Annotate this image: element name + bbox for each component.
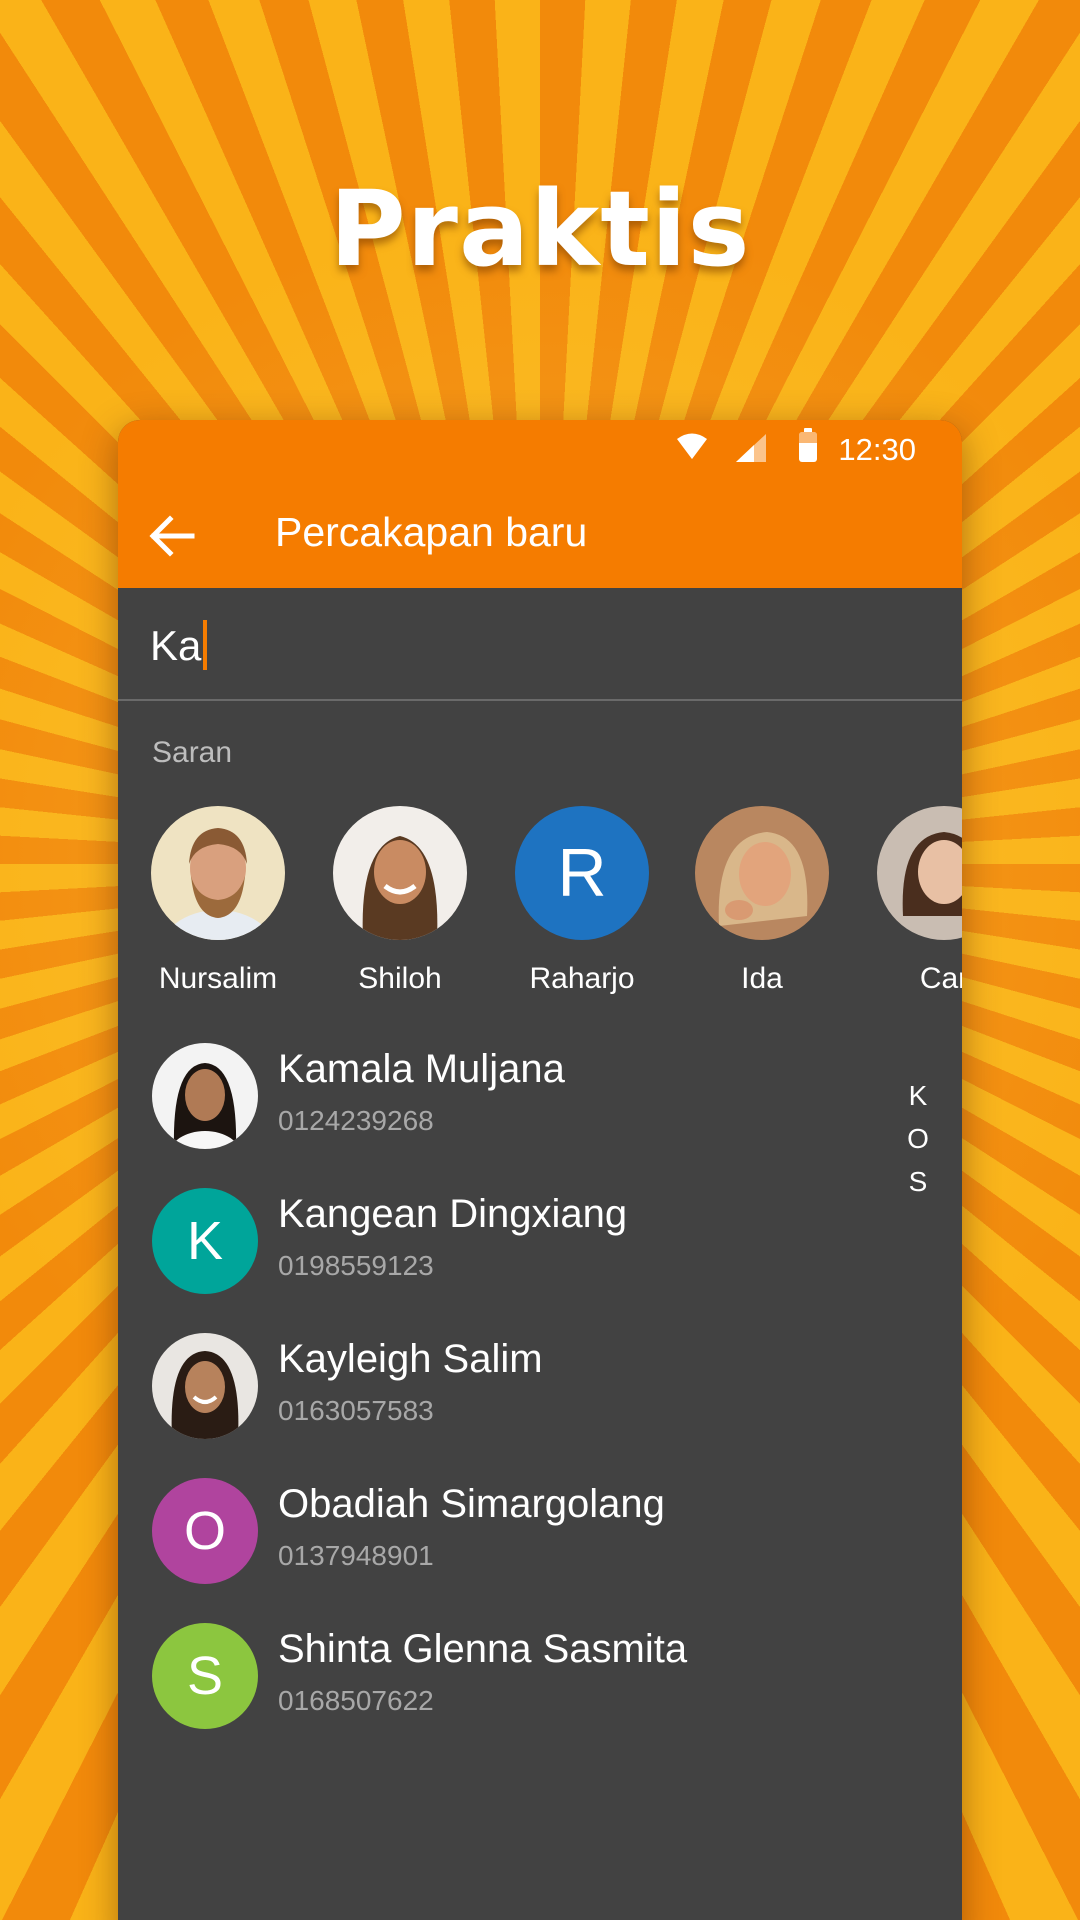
app-bar: 12:30 Percakapan baru (118, 420, 962, 588)
contact-name: Obadiah Simargolang (278, 1482, 665, 1526)
avatar (695, 806, 829, 940)
suggestion-name: Ida (741, 962, 783, 995)
avatar: K (152, 1188, 258, 1294)
contact-number: 0137948901 (278, 1540, 434, 1571)
suggestion-name: Nursalim (158, 962, 278, 995)
phone-screen: 12:30 Percakapan baru Ka Saran Nursalim … (118, 420, 962, 1920)
suggestion-name: Raharjo (529, 962, 635, 995)
search-field[interactable]: Ka (118, 588, 962, 701)
index-letter-o[interactable]: O (888, 1117, 948, 1160)
avatar-initial: S (186, 1646, 224, 1706)
signal-icon (736, 434, 766, 462)
suggestion-item[interactable]: Shiloh (311, 806, 481, 1006)
suggestion-name: Shiloh (358, 962, 442, 995)
status-bar: 12:30 (118, 420, 962, 480)
suggestion-item[interactable]: R Raharjo (493, 806, 663, 1006)
promo-background: Praktis 12:30 Percakapan baru Ka Saran N… (0, 0, 1080, 1920)
contact-number: 0163057583 (278, 1395, 434, 1426)
back-button[interactable] (144, 508, 200, 564)
contact-number: 0198559123 (278, 1250, 434, 1281)
avatar: S (152, 1623, 258, 1729)
contact-name: Kamala Muljana (278, 1047, 565, 1091)
index-letter-k[interactable]: K (888, 1074, 948, 1117)
avatar: R (515, 806, 649, 940)
promo-headline: Praktis (329, 168, 751, 290)
search-value: Ka (150, 622, 202, 669)
text-cursor (203, 620, 208, 670)
avatar (333, 806, 467, 940)
avatar-initial: K (186, 1211, 224, 1271)
contact-row[interactable]: S Shinta Glenna Sasmita 0168507622 (118, 1623, 838, 1753)
page-title: Percakapan baru (275, 509, 588, 555)
suggestions-row: Nursalim Shiloh R Raharjo Ida Ca (118, 806, 962, 1006)
contact-row[interactable]: Kamala Muljana 0124239268 (118, 1043, 838, 1173)
arrow-left-icon (149, 515, 195, 557)
suggestion-item[interactable]: Nursalim (129, 806, 299, 1006)
contact-row[interactable]: K Kangean Dingxiang 0198559123 (118, 1188, 838, 1318)
wifi-icon (677, 433, 707, 459)
contact-name: Kayleigh Salim (278, 1337, 543, 1381)
avatar (151, 806, 285, 940)
battery-icon (799, 428, 817, 462)
search-input[interactable]: Ka (150, 620, 208, 670)
suggestion-item[interactable]: Car (855, 806, 962, 1006)
suggestion-name: Car (919, 962, 962, 995)
suggestion-item[interactable]: Ida (673, 806, 843, 1006)
avatar-initial: O (183, 1501, 226, 1561)
contact-number: 0124239268 (278, 1105, 434, 1136)
contact-row[interactable]: O Obadiah Simargolang 0137948901 (118, 1478, 838, 1608)
suggestions-label: Saran (152, 736, 233, 769)
contact-row[interactable]: Kayleigh Salim 0163057583 (118, 1333, 838, 1463)
alphabet-index: K O S (888, 1074, 948, 1203)
avatar (152, 1043, 258, 1149)
contact-number: 0168507622 (278, 1685, 434, 1716)
avatar: O (152, 1478, 258, 1584)
avatar (152, 1333, 258, 1439)
contact-name: Kangean Dingxiang (278, 1192, 628, 1236)
status-time: 12:30 (838, 432, 916, 467)
index-letter-s[interactable]: S (888, 1160, 948, 1203)
avatar-initial: R (557, 835, 607, 911)
avatar (877, 806, 962, 940)
contact-name: Shinta Glenna Sasmita (278, 1627, 688, 1671)
